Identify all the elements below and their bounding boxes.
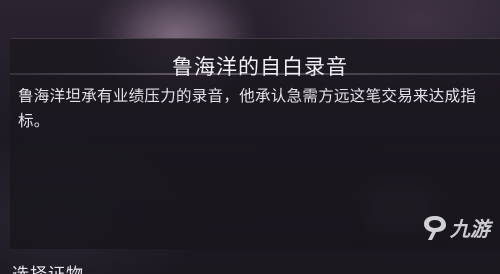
dialog-description: 鲁海洋坦承有业绩压力的录音，他承认急需方远这笔交易来达成指标。 [18,87,477,130]
site-watermark: 九游 [422,213,490,242]
dialog-title: 鲁海洋的自白录音 [172,55,348,79]
watermark-text: 九游 [450,217,490,241]
title-divider [10,73,500,75]
select-evidence-label[interactable]: 选择证物 [12,260,84,274]
jiuyou-logo-icon [422,214,448,242]
game-screen: 鲁海洋的自白录音 鲁海洋坦承有业绩压力的录音，他承认急需方远这笔交易来达成指标。… [0,0,500,274]
